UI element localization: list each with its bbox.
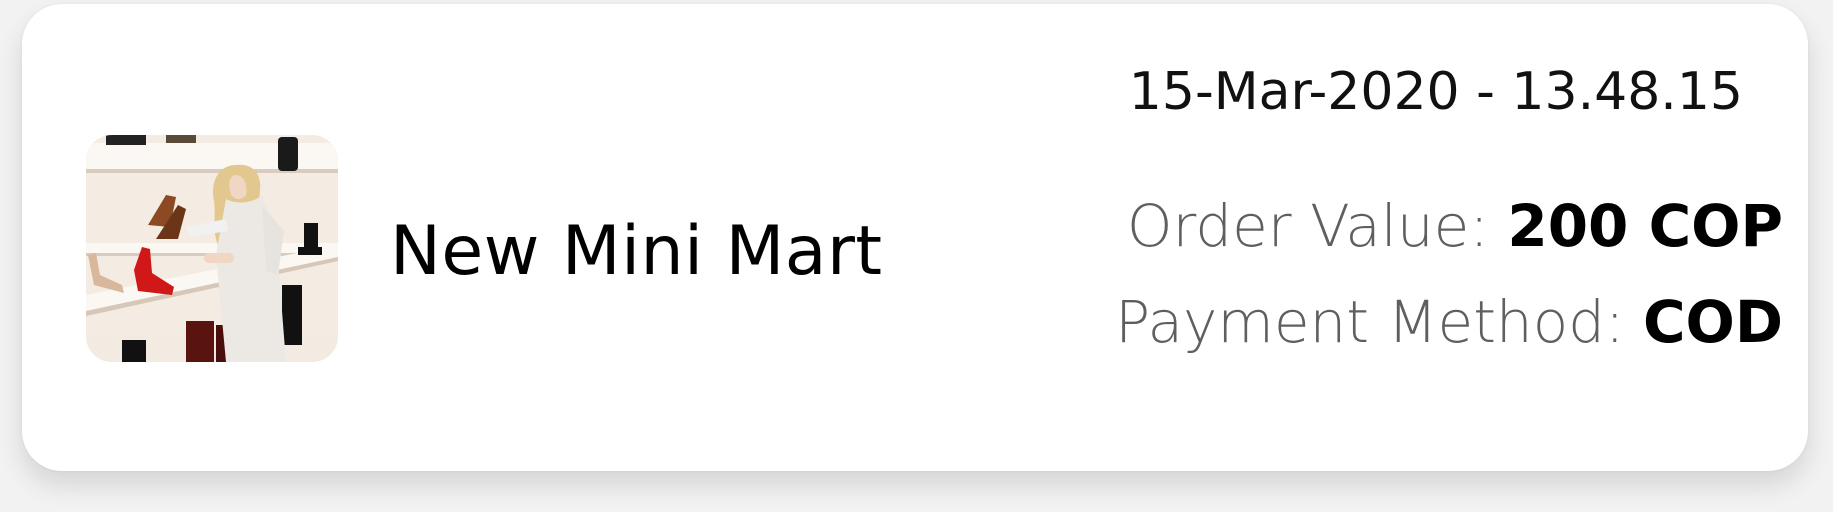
order-card[interactable]: New Mini Mart 15-Mar-2020 - 13.48.15 Ord… [22,4,1808,471]
payment-method-label: Payment Method: [1115,288,1643,356]
payment-method-value: COD [1642,288,1783,356]
store-image [86,135,338,362]
order-value: 200 COP [1507,192,1783,260]
payment-method-row: Payment Method: COD [1115,287,1783,357]
order-timestamp: 15-Mar-2020 - 13.48.15 [1128,62,1743,122]
order-value-label: Order Value: [1126,192,1508,260]
store-name: New Mini Mart [390,212,883,291]
order-value-row: Order Value: 200 COP [1127,191,1783,261]
